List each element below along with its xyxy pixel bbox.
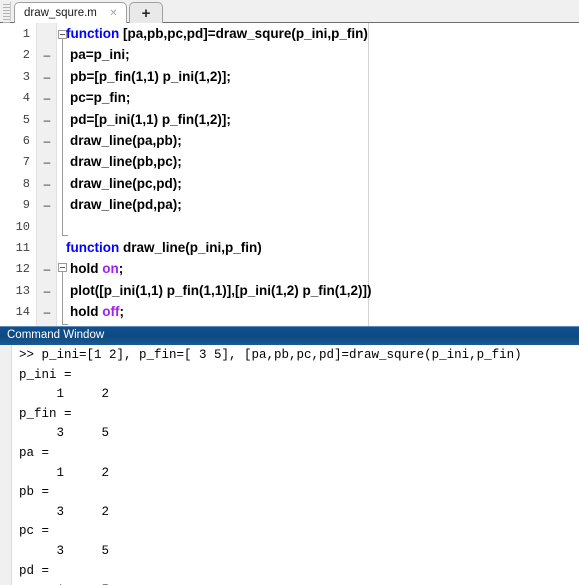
command-output-line: pc = xyxy=(19,524,50,539)
line-number: 4 xyxy=(22,91,30,106)
tab-label: draw_squre.m xyxy=(24,7,97,19)
command-window-output[interactable]: >> p_ini=[1 2], p_fin=[ 3 5], [pa,pb,pc,… xyxy=(13,345,579,585)
column-limit-marker xyxy=(368,23,369,326)
executable-line-marker[interactable]: – xyxy=(41,113,53,127)
panel-drag-handle[interactable] xyxy=(2,2,11,23)
breakpoint-column-divider xyxy=(56,23,57,326)
command-window-title: Command Window xyxy=(7,329,105,341)
close-icon[interactable]: ✕ xyxy=(108,8,119,19)
executable-line-marker[interactable]: – xyxy=(41,198,53,212)
command-output-line: 1 2 xyxy=(19,465,110,480)
literal-token: on xyxy=(102,261,119,277)
command-output-line: 1 2 xyxy=(19,387,110,402)
executable-line-marker[interactable]: – xyxy=(41,284,53,298)
keyword-token: function xyxy=(66,240,120,255)
code-line[interactable]: pd=[p_ini(1,1) p_fin(1,2)]; xyxy=(70,112,231,127)
code-line[interactable]: draw_line(pa,pb); xyxy=(70,133,182,148)
line-number: 1 xyxy=(22,27,30,41)
code-token: ; xyxy=(118,261,124,277)
executable-line-marker[interactable]: – xyxy=(41,91,53,105)
executable-line-marker[interactable]: – xyxy=(41,262,53,276)
code-token: [pa,pb,pc,pd]=draw_squre(p_ini,p_fin) xyxy=(119,26,368,41)
tab-draw-squre-m[interactable]: draw_squre.m ✕ xyxy=(14,2,127,23)
keyword-token: function xyxy=(66,26,120,41)
command-output-line: p_fin = xyxy=(19,406,72,421)
code-token: ; xyxy=(119,304,125,320)
code-line[interactable]: pc=p_fin; xyxy=(70,90,130,105)
line-number-gutter xyxy=(0,23,36,326)
line-number: 2 xyxy=(22,48,30,63)
command-prompt-line[interactable]: >> p_ini=[1 2], p_fin=[ 3 5], [pa,pb,pc,… xyxy=(19,348,522,362)
fold-bracket-2 xyxy=(62,272,63,324)
line-number: 8 xyxy=(22,176,30,191)
line-number: 7 xyxy=(22,155,30,170)
literal-token: off xyxy=(102,304,120,320)
line-number: 5 xyxy=(22,112,30,127)
code-line[interactable]: plot([p_ini(1,1) p_fin(1,1)],[p_ini(1,2)… xyxy=(70,283,372,298)
executable-line-marker[interactable]: – xyxy=(41,155,53,169)
plus-icon: + xyxy=(141,4,151,22)
executable-line-marker[interactable]: – xyxy=(41,48,53,62)
code-token: draw_line(p_ini,p_fin) xyxy=(119,240,262,255)
line-number: 11 xyxy=(15,241,30,255)
executable-line-marker[interactable]: – xyxy=(41,134,53,148)
line-number: 10 xyxy=(15,219,30,234)
command-output-line: pd = xyxy=(19,563,50,578)
command-window-titlebar[interactable]: Command Window xyxy=(0,326,579,345)
code-line[interactable]: hold off; xyxy=(70,304,124,319)
breakpoint-column[interactable] xyxy=(37,23,56,326)
command-output-line: 3 5 xyxy=(19,544,110,558)
code-line[interactable]: function [pa,pb,pc,pd]=draw_squre(p_ini,… xyxy=(66,26,368,41)
command-output-line: 3 5 xyxy=(19,426,110,441)
executable-line-marker[interactable]: – xyxy=(41,305,53,319)
command-window-gutter xyxy=(0,345,12,585)
command-window: Command Window >> p_ini=[1 2], p_fin=[ 3… xyxy=(0,326,579,585)
new-tab-button[interactable]: + xyxy=(129,2,163,23)
line-number: 14 xyxy=(15,305,30,320)
fold-bracket-foot-2 xyxy=(62,324,68,325)
code-editor[interactable]: 1 function [pa,pb,pc,pd]=draw_squre(p_ini… xyxy=(0,23,579,326)
fold-toggle-function-2[interactable] xyxy=(58,263,67,272)
code-line[interactable]: function draw_line(p_ini,p_fin) xyxy=(66,240,262,255)
executable-line-marker[interactable]: – xyxy=(41,177,53,191)
command-output-line: pa = xyxy=(19,446,50,460)
code-token: hold xyxy=(70,261,103,277)
editor-tab-bar: draw_squre.m ✕ + xyxy=(0,0,579,23)
command-output-line: pb = xyxy=(19,485,50,500)
matlab-editor-window: draw_squre.m ✕ + 1 function [pa,pb,pc,pd]… xyxy=(0,0,579,585)
line-number: 9 xyxy=(22,198,30,213)
code-line[interactable]: draw_line(pc,pd); xyxy=(70,176,182,191)
code-line[interactable]: pb=[p_fin(1,1) p_ini(1,2)]; xyxy=(70,69,231,84)
line-number: 13 xyxy=(15,283,30,298)
executable-line-marker[interactable]: – xyxy=(41,70,53,84)
fold-bracket-foot-1 xyxy=(62,235,68,236)
line-number: 6 xyxy=(22,134,30,148)
line-number: 3 xyxy=(22,69,30,84)
code-line[interactable]: draw_line(pd,pa); xyxy=(70,197,182,212)
code-line[interactable]: pa=p_ini; xyxy=(70,47,130,62)
command-output-line: p_ini = xyxy=(19,367,72,382)
line-number: 12 xyxy=(15,262,30,277)
code-token: hold xyxy=(70,304,103,320)
code-line[interactable]: hold on; xyxy=(70,261,123,276)
code-line[interactable]: draw_line(pb,pc); xyxy=(70,154,182,169)
command-output-line: 3 2 xyxy=(19,504,110,519)
fold-bracket-1 xyxy=(62,39,63,235)
